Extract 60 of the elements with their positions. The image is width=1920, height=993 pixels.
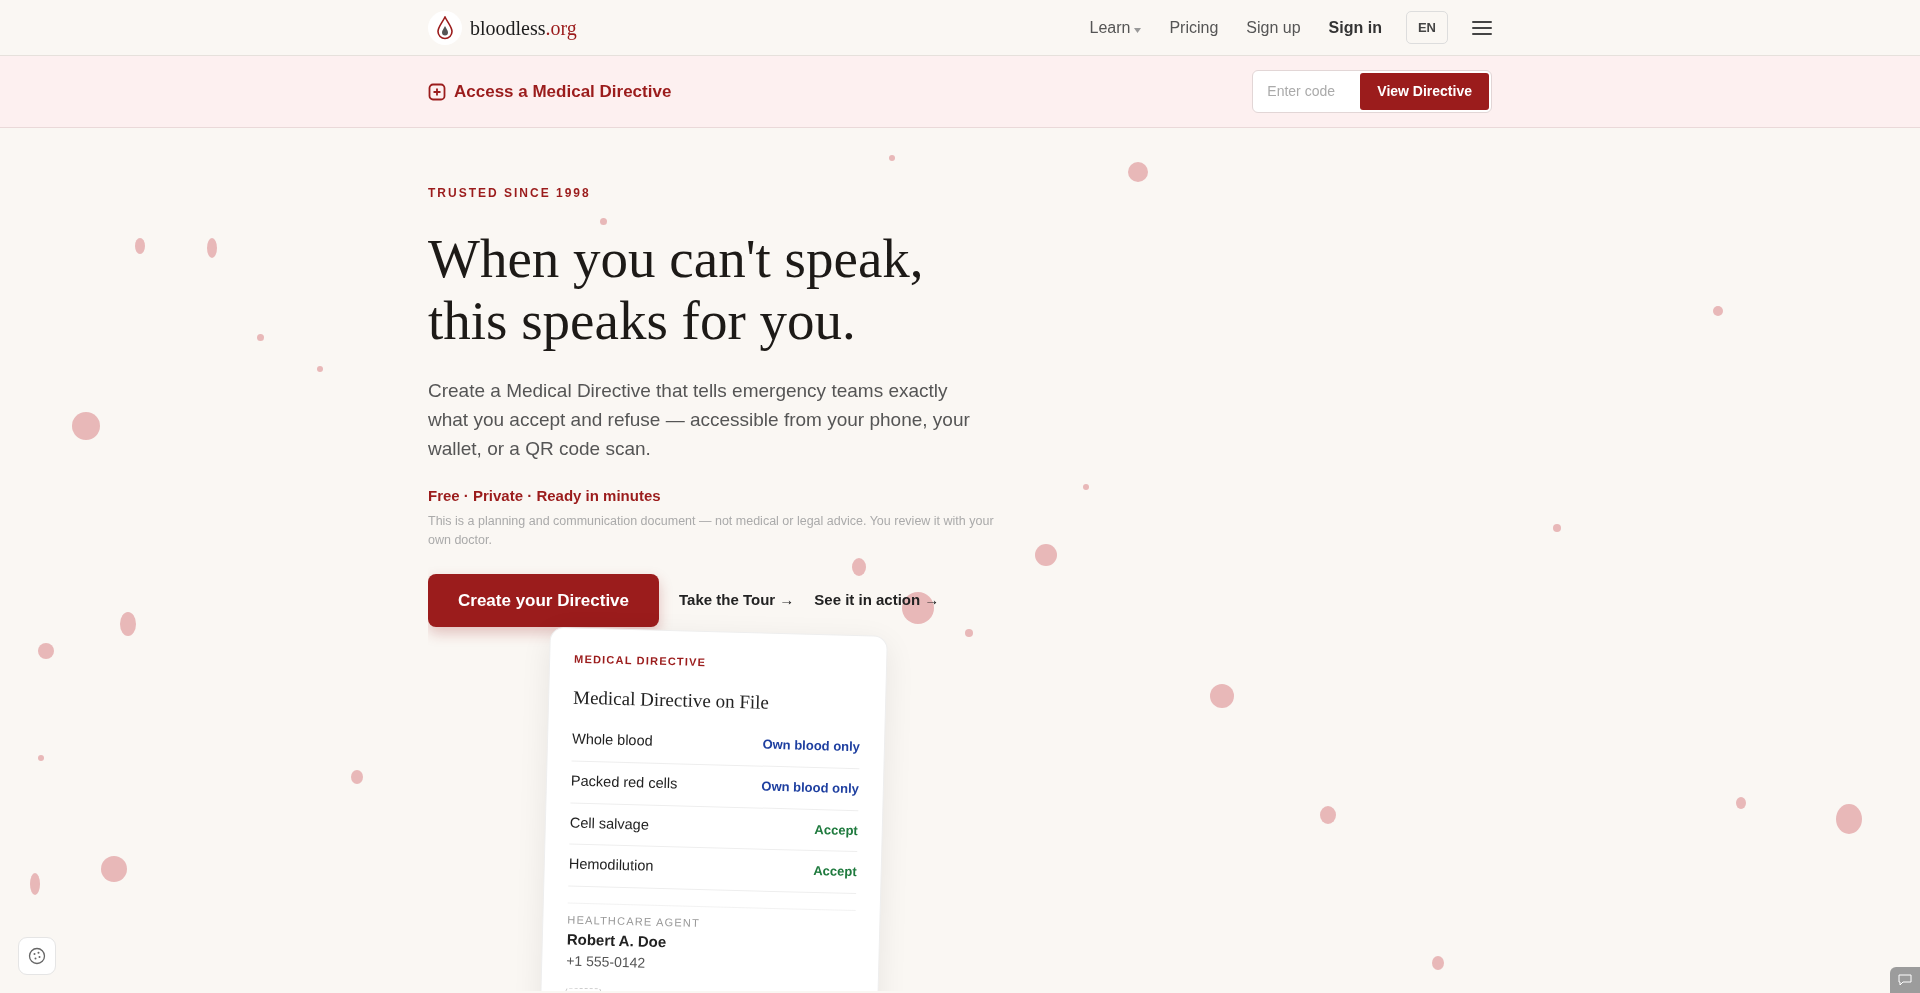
blood-drop (600, 218, 607, 225)
disclaimer: This is a planning and communication document — not medical or legal advice. You review it with your own doctor. (428, 512, 995, 549)
brand-name[interactable]: bloodless.org (470, 12, 577, 43)
plus-square-icon (428, 82, 446, 101)
blood-drop (101, 856, 127, 882)
banner-title: Access a Medical Directive (454, 80, 672, 103)
blood-drop (1432, 956, 1444, 970)
blood-drop (317, 366, 323, 372)
blood-drop (1083, 484, 1089, 490)
blood-drop (135, 238, 145, 254)
card-eyebrow: MEDICAL DIRECTIVE (573, 651, 708, 671)
blood-drop (889, 155, 895, 161)
language-button[interactable]: EN (1405, 10, 1448, 45)
nav-link[interactable]: Sign in (1328, 15, 1382, 40)
blood-drop (38, 643, 54, 659)
blood-drop (965, 629, 973, 637)
create-directive-button[interactable]: Create your Directive (428, 573, 660, 627)
nav-link[interactable]: Sign up (1246, 15, 1301, 40)
blood-drop (1736, 797, 1746, 809)
blood-drop (1128, 162, 1148, 182)
blood-drop (1035, 544, 1057, 566)
blood-drop (1553, 524, 1561, 532)
hero-description: Create a Medical Directive that tells emergency teams exactly what you accept and refuse — accessible from your phone, your wallet, or a QR code scan. (428, 379, 971, 461)
card-title: Medical Directive on File (572, 685, 771, 715)
treatment-status: Own blood only (761, 777, 860, 798)
view-directive-button[interactable]: View Directive (1360, 73, 1489, 110)
hero-headline: When you can't speak, this speaks for you. (428, 228, 924, 352)
blood-drop (852, 558, 866, 576)
text-link[interactable]: Take the Tour → (679, 589, 795, 612)
treatment-label: Hemodilution (568, 854, 654, 877)
eyebrow-text: TRUSTED SINCE 1998 (428, 185, 592, 202)
blood-drop (1713, 306, 1723, 316)
blood-drop (38, 755, 44, 761)
logo-icon[interactable] (428, 10, 462, 45)
blood-drop (120, 612, 136, 636)
treatment-status: Accept (813, 862, 857, 882)
treatment-status: Own blood only (762, 735, 861, 757)
chat-icon (1898, 974, 1912, 986)
tagline: Free · Private · Ready in minutes (428, 486, 661, 506)
treatment-label: Cell salvage (569, 813, 650, 835)
agent-label: HEALTHCARE AGENT (567, 912, 702, 932)
text-link[interactable]: See it in action → (814, 589, 940, 612)
blood-drop (257, 334, 264, 341)
blood-drop (1210, 684, 1234, 708)
nav-link[interactable]: Learn (1089, 15, 1142, 40)
code-input[interactable]: Enter code View Directive (1252, 70, 1492, 113)
agent-name: Robert A. Doe (566, 929, 668, 952)
agent-phone: +1 555-0142 (566, 951, 647, 973)
blood-drop (207, 238, 217, 258)
nav-link[interactable]: Pricing (1169, 15, 1219, 40)
blood-drop (351, 770, 363, 784)
treatment-label: Whole blood (571, 729, 653, 751)
blood-drop (1836, 804, 1862, 834)
blood-drop (30, 873, 40, 895)
treatment-status: Accept (814, 820, 859, 840)
cookie-settings-button[interactable] (18, 937, 56, 975)
cookie-icon (28, 947, 46, 965)
blood-drop (1320, 806, 1336, 824)
blood-drop (72, 412, 100, 440)
treatment-label: Packed red cells (570, 771, 678, 794)
